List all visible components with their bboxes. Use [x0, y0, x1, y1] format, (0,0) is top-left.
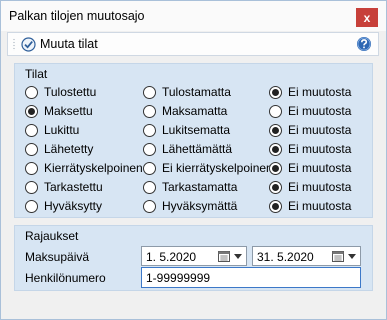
radio-label[interactable]: Ei muutosta	[288, 85, 351, 99]
calendar-icon[interactable]	[218, 250, 230, 265]
henkilonumero-input[interactable]	[142, 268, 360, 287]
date-from-value[interactable]: 1. 5.2020	[146, 250, 196, 264]
state-radio[interactable]	[25, 105, 38, 118]
negation-radio[interactable]	[143, 124, 156, 137]
muuta-tilat-button[interactable]: Muuta tilat	[40, 37, 98, 51]
maksupaiva-label: Maksupäivä	[25, 250, 90, 264]
help-icon[interactable]	[356, 36, 372, 55]
radio-label[interactable]: Lukittu	[44, 123, 79, 137]
no-change-radio[interactable]	[269, 86, 282, 99]
radio-label[interactable]: Tarkastamatta	[162, 180, 237, 194]
calendar-icon[interactable]	[332, 250, 344, 265]
no-change-radio[interactable]	[269, 124, 282, 137]
state-radio[interactable]	[25, 162, 38, 175]
radio-label[interactable]: Lähetetty	[44, 142, 93, 156]
negation-radio[interactable]	[143, 105, 156, 118]
negation-radio[interactable]	[143, 181, 156, 194]
date-from-picker[interactable]: 1. 5.2020	[141, 246, 247, 266]
radio-label[interactable]: Ei muutosta	[288, 123, 351, 137]
toolbar-grip	[13, 38, 15, 51]
chevron-down-icon[interactable]	[348, 254, 356, 259]
negation-radio[interactable]	[143, 200, 156, 213]
negation-radio[interactable]	[143, 143, 156, 156]
tilat-title: Tilat	[25, 67, 48, 81]
radio-label[interactable]: Tulostamatta	[162, 85, 231, 99]
rajaukset-title: Rajaukset	[25, 229, 79, 243]
radio-label[interactable]: Ei muutosta	[288, 161, 351, 175]
state-radio[interactable]	[25, 200, 38, 213]
no-change-radio[interactable]	[269, 200, 282, 213]
henkilonumero-label: Henkilönumero	[25, 271, 106, 285]
no-change-radio[interactable]	[269, 105, 282, 118]
radio-label[interactable]: Ei muutosta	[288, 199, 351, 213]
date-to-picker[interactable]: 31. 5.2020	[252, 246, 361, 266]
radio-label[interactable]: Ei kierrätyskelpoinen	[162, 161, 273, 175]
rajaukset-group: Rajaukset Maksupäivä 1. 5.2020 31. 5.202…	[14, 225, 373, 291]
radio-label[interactable]: Lukitsematta	[162, 123, 230, 137]
no-change-radio[interactable]	[269, 181, 282, 194]
date-to-value[interactable]: 31. 5.2020	[257, 250, 314, 264]
negation-radio[interactable]	[143, 162, 156, 175]
state-radio[interactable]	[25, 143, 38, 156]
check-circle-icon[interactable]	[21, 37, 36, 55]
radio-label[interactable]: Maksamatta	[162, 104, 227, 118]
dialog-window: Palkan tilojen muutosajo x Muuta tilat T…	[0, 0, 387, 320]
no-change-radio[interactable]	[269, 162, 282, 175]
no-change-radio[interactable]	[269, 143, 282, 156]
toolbar: Muuta tilat	[7, 32, 379, 56]
state-radio[interactable]	[25, 124, 38, 137]
radio-label[interactable]: Hyväksymättä	[162, 199, 237, 213]
title-bar[interactable]: Palkan tilojen muutosajo x	[1, 1, 386, 31]
close-button[interactable]: x	[356, 8, 378, 27]
radio-label[interactable]: Tulostettu	[44, 85, 96, 99]
radio-label[interactable]: Ei muutosta	[288, 104, 351, 118]
window-title: Palkan tilojen muutosajo	[9, 9, 145, 23]
radio-label[interactable]: Maksettu	[44, 104, 93, 118]
radio-label[interactable]: Kierrätyskelpoinen	[44, 161, 143, 175]
radio-label[interactable]: Lähettämättä	[162, 142, 232, 156]
state-radio[interactable]	[25, 86, 38, 99]
state-radio[interactable]	[25, 181, 38, 194]
chevron-down-icon[interactable]	[234, 254, 242, 259]
henkilonumero-field[interactable]	[141, 267, 361, 288]
negation-radio[interactable]	[143, 86, 156, 99]
radio-label[interactable]: Tarkastettu	[44, 180, 103, 194]
tilat-group: Tilat Tulostettu Tulostamatta Ei muutosta M…	[14, 63, 373, 218]
radio-label[interactable]: Ei muutosta	[288, 180, 351, 194]
radio-label[interactable]: Hyväksytty	[44, 199, 102, 213]
radio-label[interactable]: Ei muutosta	[288, 142, 351, 156]
